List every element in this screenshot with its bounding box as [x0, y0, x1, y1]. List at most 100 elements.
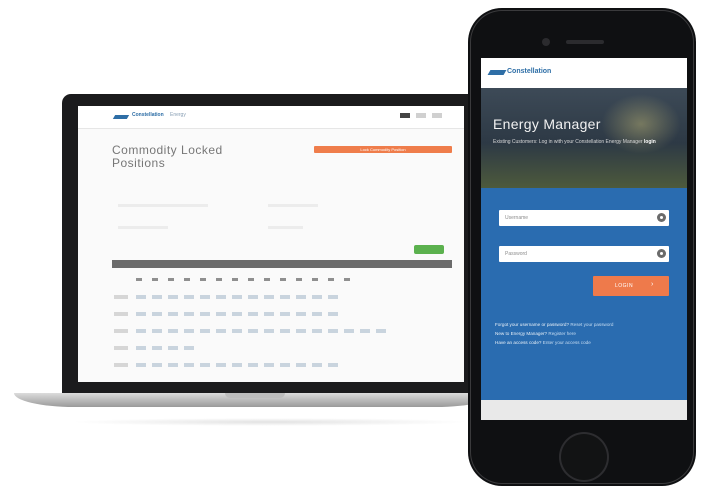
- login-subtitle: Existing Customers: Log in with your Con…: [493, 139, 656, 145]
- table-cell: [328, 329, 338, 333]
- table-cell: [152, 363, 162, 367]
- column-header: [216, 278, 222, 281]
- table-header-bar: [112, 260, 452, 268]
- register-line: New to Energy Manager? Register here: [495, 331, 576, 336]
- forgot-password-line: Forgot your username or password? Reset …: [495, 322, 614, 327]
- laptop-brand-sub: Energy: [170, 112, 186, 118]
- table-cell: [200, 329, 210, 333]
- phone-header: Constellation: [481, 58, 687, 88]
- table-cell: [184, 295, 194, 299]
- table-cell: [376, 329, 386, 333]
- table-cell: [152, 346, 162, 350]
- nav-item[interactable]: [416, 113, 426, 118]
- brand-logo-icon: [487, 70, 507, 75]
- table-cell: [328, 363, 338, 367]
- column-header: [344, 278, 350, 281]
- laptop-notch: [225, 393, 285, 398]
- column-header: [184, 278, 190, 281]
- table-header-row: [112, 272, 452, 289]
- table-cell: [248, 363, 258, 367]
- table-row[interactable]: [112, 306, 452, 323]
- table-cell: [216, 312, 226, 316]
- table-cell: [136, 329, 146, 333]
- chevron-right-icon: ›: [651, 281, 654, 288]
- laptop-shadow: [70, 418, 470, 426]
- table-cell: [312, 312, 322, 316]
- table-cell: [216, 329, 226, 333]
- camera-icon: [542, 38, 550, 46]
- column-header: [248, 278, 254, 281]
- table-cell: [280, 295, 290, 299]
- table-cell: [152, 295, 162, 299]
- table-cell: [296, 329, 306, 333]
- table-cell: [264, 312, 274, 316]
- table-cell: [360, 329, 370, 333]
- row-label: [114, 312, 128, 316]
- table-row[interactable]: [112, 323, 452, 340]
- table-cell: [136, 295, 146, 299]
- column-header: [328, 278, 334, 281]
- table-cell: [216, 295, 226, 299]
- table-cell: [248, 295, 258, 299]
- device-mockup: Constellation Energy Commodity Locked Po…: [0, 0, 704, 498]
- table-cell: [264, 295, 274, 299]
- laptop-header: Constellation Energy: [78, 106, 464, 129]
- table-cell: [200, 363, 210, 367]
- brand-logo-icon: [112, 115, 130, 119]
- column-header: [264, 278, 270, 281]
- table-cell: [232, 329, 242, 333]
- table-cell: [216, 363, 226, 367]
- table-cell: [248, 329, 258, 333]
- password-field[interactable]: Password: [499, 246, 669, 262]
- column-header: [312, 278, 318, 281]
- phone-screen: Constellation Energy Manager Existing Cu…: [481, 58, 687, 420]
- access-code-link[interactable]: Enter your access code: [543, 340, 591, 345]
- phone-footer: [481, 400, 687, 420]
- table-row[interactable]: [112, 357, 452, 374]
- table-cell: [312, 363, 322, 367]
- positions-table: [112, 272, 452, 374]
- table-cell: [264, 363, 274, 367]
- username-field[interactable]: Username: [499, 210, 669, 226]
- row-label: [114, 363, 128, 367]
- speaker-icon: [566, 40, 604, 44]
- column-header: [232, 278, 238, 281]
- page-title: Commodity Locked Positions: [112, 143, 223, 170]
- nav-item[interactable]: [400, 113, 410, 118]
- table-cell: [200, 295, 210, 299]
- help-links: Forgot your username or password? Reset …: [495, 320, 679, 347]
- table-cell: [168, 312, 178, 316]
- table-cell: [232, 312, 242, 316]
- table-row[interactable]: [112, 289, 452, 306]
- table-cell: [280, 363, 290, 367]
- table-cell: [296, 363, 306, 367]
- table-cell: [280, 329, 290, 333]
- faded-text: [268, 226, 303, 229]
- home-button[interactable]: [559, 432, 609, 482]
- table-cell: [200, 312, 210, 316]
- table-cell: [312, 295, 322, 299]
- phone-brand: Constellation: [507, 68, 552, 75]
- reset-password-link[interactable]: Reset your password: [570, 322, 613, 327]
- laptop-screen: Constellation Energy Commodity Locked Po…: [78, 106, 464, 382]
- table-cell: [136, 363, 146, 367]
- table-cell: [136, 312, 146, 316]
- table-cell: [296, 295, 306, 299]
- row-label: [114, 329, 128, 333]
- column-header: [280, 278, 286, 281]
- status-badge[interactable]: [414, 245, 444, 254]
- access-code-line: Have an access code? Enter your access c…: [495, 340, 591, 345]
- table-cell: [264, 329, 274, 333]
- row-label: [114, 295, 128, 299]
- register-link[interactable]: Register here: [548, 331, 576, 336]
- table-cell: [184, 346, 194, 350]
- table-cell: [168, 346, 178, 350]
- lock-position-button[interactable]: Lock Commodity Position: [314, 146, 452, 153]
- column-header: [136, 278, 142, 281]
- login-button[interactable]: LOGIN ›: [593, 276, 669, 296]
- table-cell: [312, 329, 322, 333]
- user-icon: [657, 213, 666, 222]
- column-header: [168, 278, 174, 281]
- table-row[interactable]: [112, 340, 452, 357]
- nav-item[interactable]: [432, 113, 442, 118]
